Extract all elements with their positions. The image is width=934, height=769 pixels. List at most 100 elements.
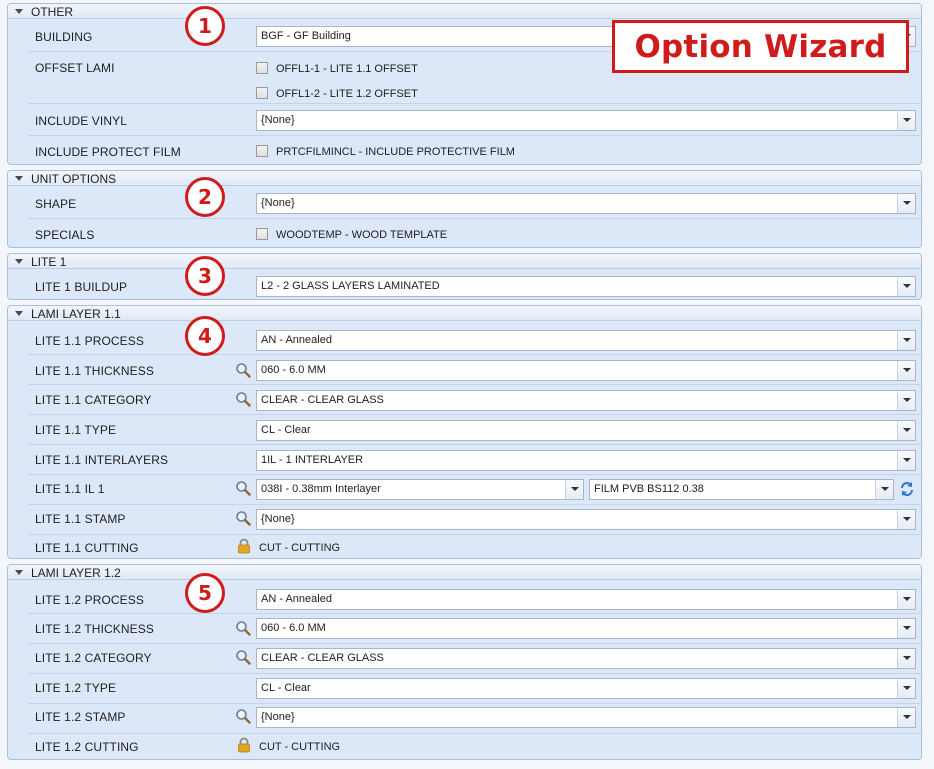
row-specials: SPECIALS WOODTEMP - WOOD TEMPLATE (28, 220, 923, 248)
section-lami11-header[interactable]: LAMI LAYER 1.1 (8, 306, 921, 321)
lite11-thickness-combo[interactable]: 060 - 6.0 MM (256, 360, 916, 381)
dropdown-arrow-icon[interactable] (897, 277, 915, 296)
lite12-cutting-label: LITE 1.2 CUTTING (35, 740, 139, 754)
lite12-category-combo[interactable]: CLEAR - CLEAR GLASS (256, 648, 916, 669)
shape-value: {None} (261, 197, 295, 209)
collapse-arrow-icon[interactable] (15, 9, 23, 14)
lite11-il1-film-combo[interactable]: FILM PVB BS112 0.38 (589, 479, 894, 500)
collapse-arrow-icon[interactable] (15, 570, 23, 575)
lite11-type-value: CL - Clear (261, 424, 311, 436)
dropdown-arrow-icon[interactable] (897, 649, 915, 668)
lite12-type-combo[interactable]: CL - Clear (256, 678, 916, 699)
offset-1-checkbox[interactable] (256, 62, 268, 74)
section-lami12-header[interactable]: LAMI LAYER 1.2 (8, 565, 921, 580)
row-lite11-il1: LITE 1.1 IL 1 038I - 0.38mm Interlayer F… (28, 476, 923, 505)
dropdown-arrow-icon[interactable] (897, 331, 915, 350)
specials-checkbox[interactable] (256, 228, 268, 240)
lite12-type-label: LITE 1.2 TYPE (35, 681, 117, 695)
row-lite11-process: LITE 1.1 PROCESS AN - Annealed (28, 323, 923, 355)
dropdown-arrow-icon[interactable] (897, 590, 915, 609)
section-other-header[interactable]: OTHER (8, 4, 921, 19)
dropdown-arrow-icon[interactable] (897, 708, 915, 727)
lite11-stamp-combo[interactable]: {None} (256, 509, 916, 530)
include-protect-label: INCLUDE PROTECT FILM (35, 145, 181, 159)
lite12-category-label: LITE 1.2 CATEGORY (35, 651, 152, 665)
lite12-stamp-combo[interactable]: {None} (256, 707, 916, 728)
collapse-arrow-icon[interactable] (15, 311, 23, 316)
row-lite12-thickness: LITE 1.2 THICKNESS 060 - 6.0 MM (28, 615, 923, 644)
section-lami-layer-1-1: LAMI LAYER 1.1 LITE 1.1 PROCESS AN - Ann… (7, 305, 923, 559)
specials-option-label: WOODTEMP - WOOD TEMPLATE (276, 229, 448, 241)
lite12-process-value: AN - Annealed (261, 593, 332, 605)
collapse-arrow-icon[interactable] (15, 176, 23, 181)
shape-combo[interactable]: {None} (256, 193, 916, 214)
lite1-buildup-combo[interactable]: L2 - 2 GLASS LAYERS LAMINATED (256, 276, 916, 297)
row-lite12-type: LITE 1.2 TYPE CL - Clear (28, 675, 923, 704)
lite11-il1-film-value: FILM PVB BS112 0.38 (594, 483, 704, 495)
lite12-stamp-value: {None} (261, 711, 295, 723)
row-lite11-interlayers: LITE 1.1 INTERLAYERS 1IL - 1 INTERLAYER (28, 446, 923, 475)
lite11-il1-label: LITE 1.1 IL 1 (35, 482, 105, 496)
lite1-buildup-label: LITE 1 BUILDUP (35, 280, 128, 294)
dropdown-arrow-icon[interactable] (897, 194, 915, 213)
lite12-process-combo[interactable]: AN - Annealed (256, 589, 916, 610)
lite12-stamp-label: LITE 1.2 STAMP (35, 710, 126, 724)
dropdown-arrow-icon[interactable] (897, 111, 915, 130)
dropdown-arrow-icon[interactable] (897, 510, 915, 529)
collapse-arrow-icon[interactable] (15, 259, 23, 264)
dropdown-arrow-icon[interactable] (897, 619, 915, 638)
magnifier-icon[interactable] (235, 480, 251, 496)
lite11-interlayers-value: 1IL - 1 INTERLAYER (261, 454, 364, 466)
dropdown-arrow-icon[interactable] (897, 361, 915, 380)
lite11-process-combo[interactable]: AN - Annealed (256, 330, 916, 351)
dropdown-arrow-icon[interactable] (897, 421, 915, 440)
magnifier-icon[interactable] (235, 708, 251, 724)
offset-1-label: OFFL1-1 - LITE 1.1 OFFSET (276, 63, 418, 75)
row-lite1-buildup: LITE 1 BUILDUP L2 - 2 GLASS LAYERS LAMIN… (28, 271, 923, 300)
section-unit-options-header[interactable]: UNIT OPTIONS (8, 171, 921, 186)
magnifier-icon[interactable] (235, 391, 251, 407)
lite11-type-combo[interactable]: CL - Clear (256, 420, 916, 441)
lite11-interlayers-combo[interactable]: 1IL - 1 INTERLAYER (256, 450, 916, 471)
refresh-icon[interactable] (899, 481, 915, 497)
row-include-protect-film: INCLUDE PROTECT FILM PRTCFILMINCL - INCL… (28, 137, 923, 165)
lite11-process-label: LITE 1.1 PROCESS (35, 334, 144, 348)
include-vinyl-combo[interactable]: {None} (256, 110, 916, 131)
lite11-cutting-label: LITE 1.1 CUTTING (35, 541, 139, 555)
lite12-thickness-combo[interactable]: 060 - 6.0 MM (256, 618, 916, 639)
section-title: LAMI LAYER 1.2 (31, 566, 121, 580)
lite11-interlayers-label: LITE 1.1 INTERLAYERS (35, 453, 169, 467)
magnifier-icon[interactable] (235, 362, 251, 378)
magnifier-icon[interactable] (235, 649, 251, 665)
lite12-type-value: CL - Clear (261, 682, 311, 694)
protect-film-checkbox[interactable] (256, 145, 268, 157)
lite11-thickness-label: LITE 1.1 THICKNESS (35, 364, 154, 378)
dropdown-arrow-icon[interactable] (897, 679, 915, 698)
lite11-il1-combo[interactable]: 038I - 0.38mm Interlayer (256, 479, 584, 500)
section-title: OTHER (31, 5, 73, 19)
dropdown-arrow-icon[interactable] (897, 391, 915, 410)
row-lite12-process: LITE 1.2 PROCESS AN - Annealed (28, 582, 923, 614)
lite1-buildup-value: L2 - 2 GLASS LAYERS LAMINATED (261, 280, 440, 292)
dropdown-arrow-icon[interactable] (875, 480, 893, 499)
lite12-thickness-label: LITE 1.2 THICKNESS (35, 622, 154, 636)
lite11-cutting-value: CUT - CUTTING (259, 542, 341, 554)
row-lite12-category: LITE 1.2 CATEGORY CLEAR - CLEAR GLASS (28, 645, 923, 674)
step-badge-1: 1 (185, 6, 225, 46)
lite11-process-value: AN - Annealed (261, 334, 332, 346)
specials-label: SPECIALS (35, 228, 95, 242)
dropdown-arrow-icon[interactable] (897, 451, 915, 470)
magnifier-icon[interactable] (235, 510, 251, 526)
row-lite11-category: LITE 1.1 CATEGORY CLEAR - CLEAR GLASS (28, 386, 923, 415)
section-lite1-header[interactable]: LITE 1 (8, 254, 921, 269)
dropdown-arrow-icon[interactable] (565, 480, 583, 499)
include-vinyl-label: INCLUDE VINYL (35, 114, 127, 128)
lite11-category-label: LITE 1.1 CATEGORY (35, 393, 152, 407)
step-badge-4: 4 (185, 316, 225, 356)
offset-2-checkbox[interactable] (256, 87, 268, 99)
building-value: BGF - GF Building (261, 30, 351, 42)
magnifier-icon[interactable] (235, 620, 251, 636)
lite11-category-combo[interactable]: CLEAR - CLEAR GLASS (256, 390, 916, 411)
row-lite11-type: LITE 1.1 TYPE CL - Clear (28, 416, 923, 445)
row-include-vinyl: INCLUDE VINYL {None} (28, 105, 923, 136)
